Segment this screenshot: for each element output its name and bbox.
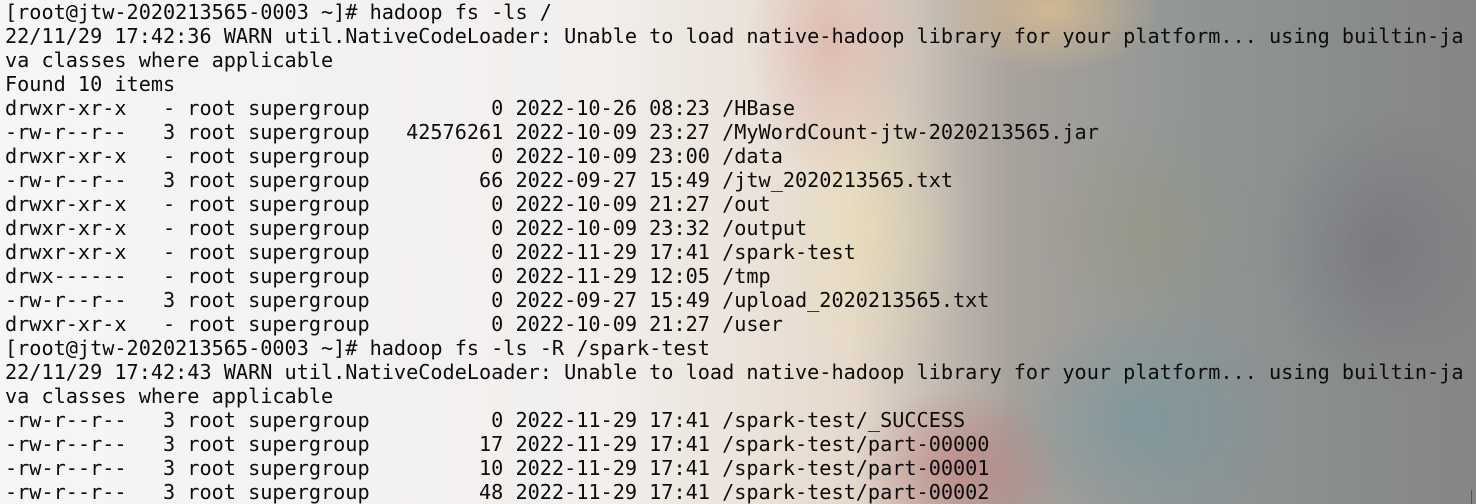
prompt-line: [root@jtw-2020213565-0003 ~]# hadoop fs … <box>5 336 710 360</box>
terminal-output[interactable]: [root@jtw-2020213565-0003 ~]# hadoop fs … <box>5 0 1463 504</box>
scrollbar-indicator[interactable] <box>1471 490 1472 504</box>
warning-line: 22/11/29 17:42:36 WARN util.NativeCodeLo… <box>5 24 1464 48</box>
listing-row: -rw-r--r-- 3 root supergroup 10 2022-11-… <box>5 456 990 480</box>
listing-row: -rw-r--r-- 3 root supergroup 17 2022-11-… <box>5 432 990 456</box>
listing-row: drwxr-xr-x - root supergroup 0 2022-11-2… <box>5 240 856 264</box>
listing-row: -rw-r--r-- 3 root supergroup 42576261 20… <box>5 120 1099 144</box>
listing-row: -rw-r--r-- 3 root supergroup 0 2022-09-2… <box>5 288 990 312</box>
listing-row: drwx------ - root supergroup 0 2022-11-2… <box>5 264 771 288</box>
listing-row: -rw-r--r-- 3 root supergroup 66 2022-09-… <box>5 168 954 192</box>
listing-row: drwxr-xr-x - root supergroup 0 2022-10-0… <box>5 216 808 240</box>
found-items-line: Found 10 items <box>5 72 176 96</box>
warning-line: 22/11/29 17:42:43 WARN util.NativeCodeLo… <box>5 360 1464 384</box>
listing-row: drwxr-xr-x - root supergroup 0 2022-10-0… <box>5 312 783 336</box>
listing-row: drwxr-xr-x - root supergroup 0 2022-10-2… <box>5 96 796 120</box>
prompt-line: [root@jtw-2020213565-0003 ~]# hadoop fs … <box>5 0 552 24</box>
warning-line: va classes where applicable <box>5 48 334 72</box>
listing-row: drwxr-xr-x - root supergroup 0 2022-10-0… <box>5 192 771 216</box>
listing-row: -rw-r--r-- 3 root supergroup 48 2022-11-… <box>5 480 990 504</box>
listing-row: -rw-r--r-- 3 root supergroup 0 2022-11-2… <box>5 408 966 432</box>
warning-line: va classes where applicable <box>5 384 334 408</box>
listing-row: drwxr-xr-x - root supergroup 0 2022-10-0… <box>5 144 783 168</box>
